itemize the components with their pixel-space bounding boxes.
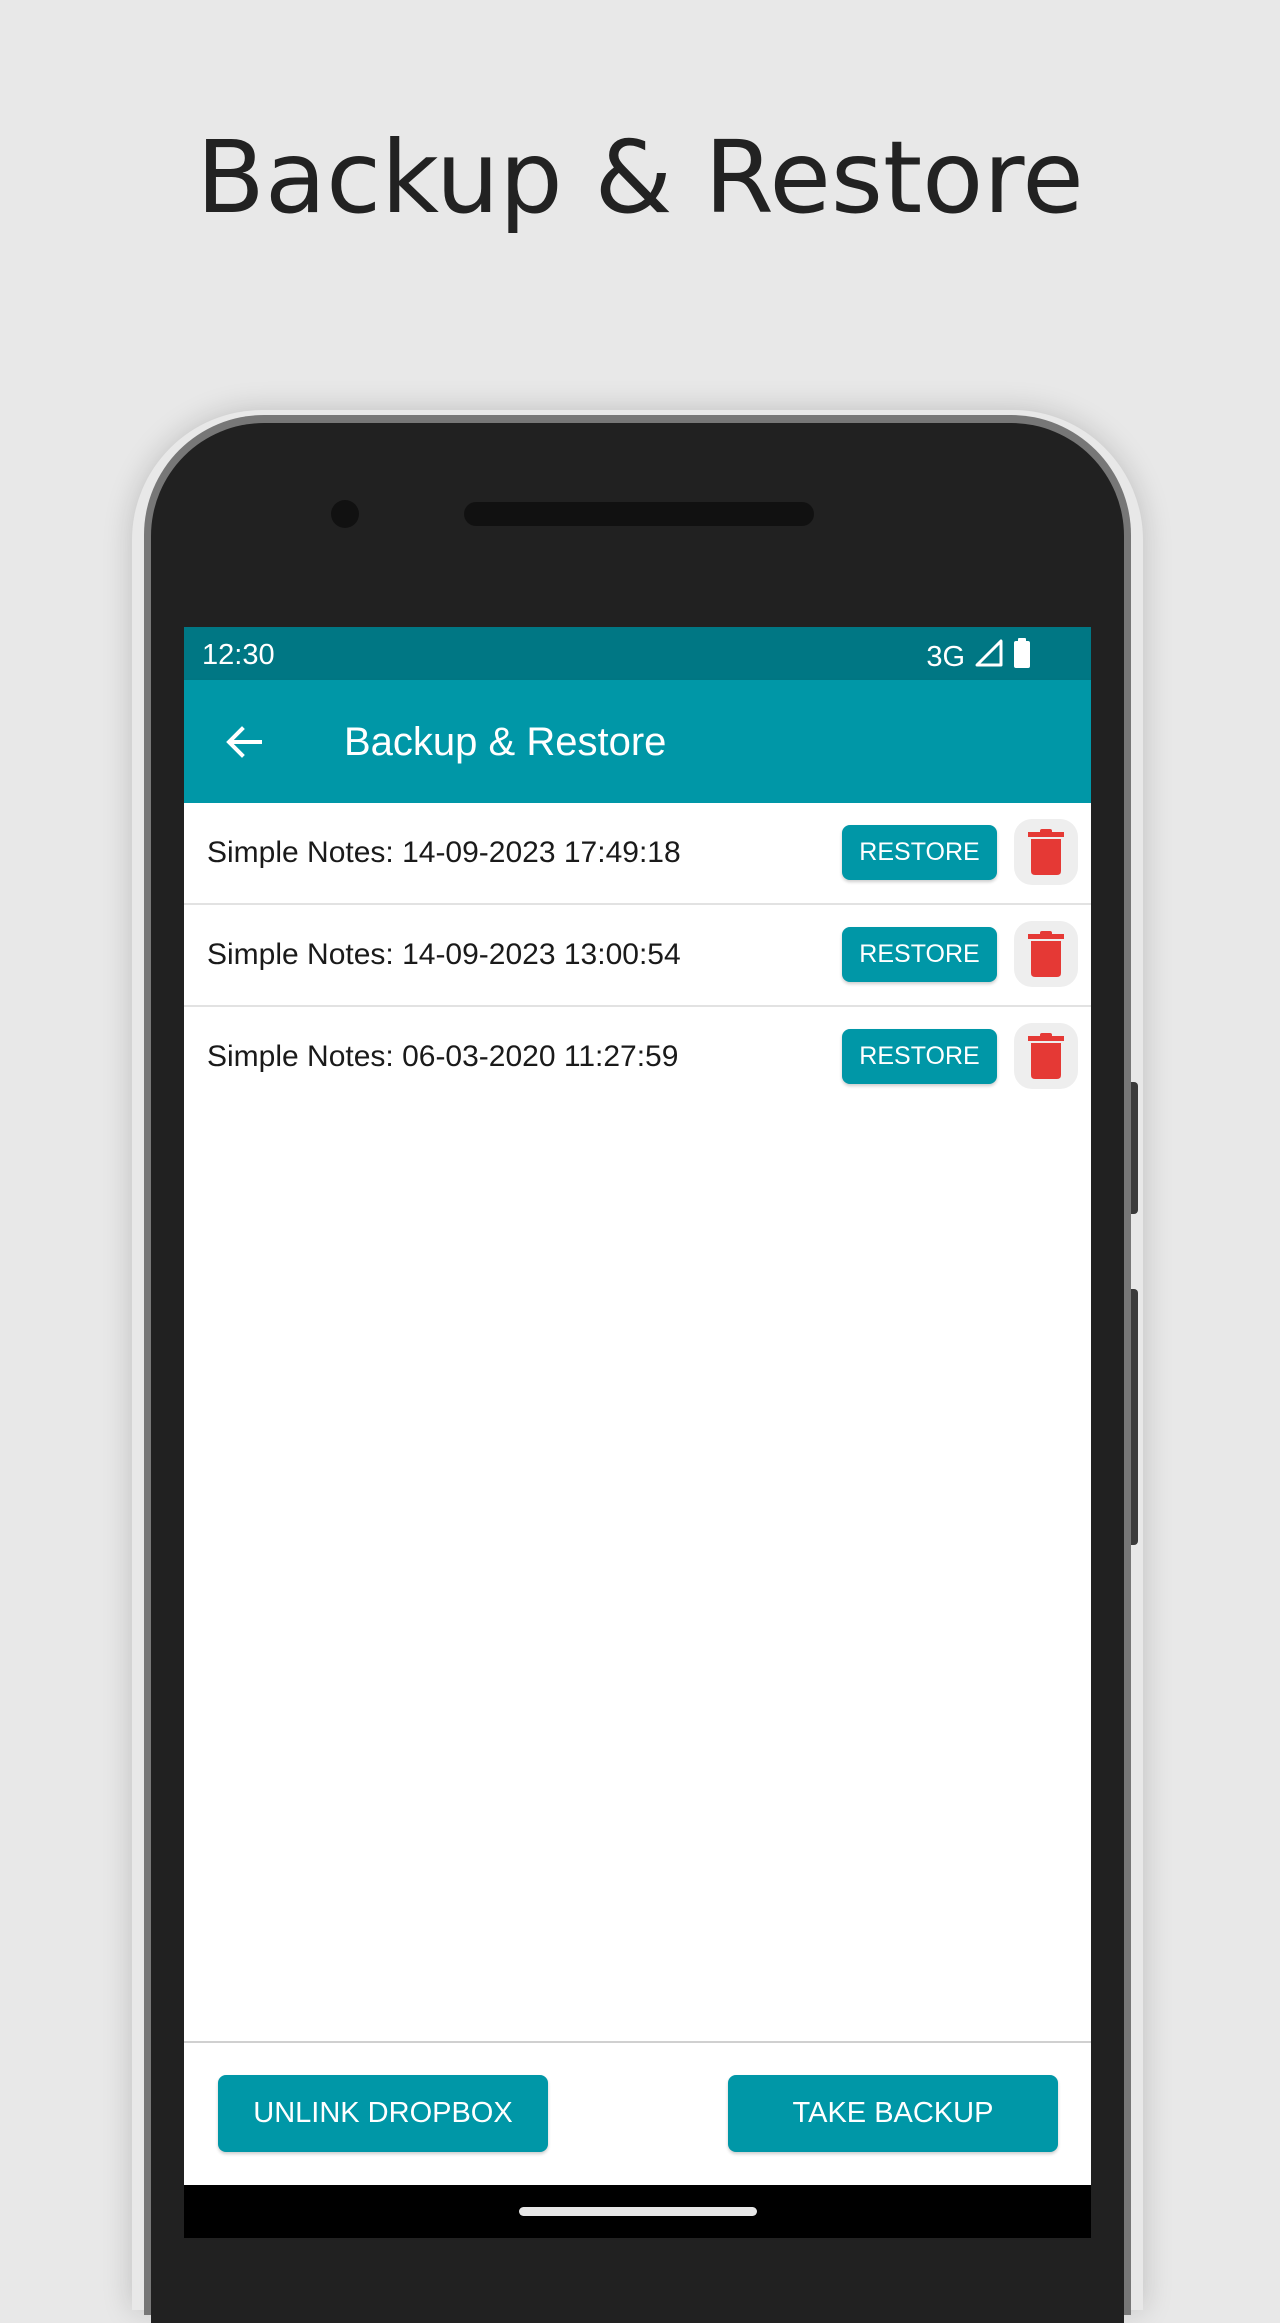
trash-icon <box>1028 1033 1064 1079</box>
signal-icon <box>975 639 1003 675</box>
back-button[interactable] <box>220 718 268 766</box>
trash-icon <box>1028 829 1064 875</box>
bottom-divider <box>184 2041 1091 2043</box>
app-bar: Backup & Restore <box>184 680 1091 803</box>
home-gesture-handle[interactable] <box>519 2207 757 2216</box>
backup-label: Simple Notes: 14-09-2023 17:49:18 <box>207 836 681 869</box>
earpiece-speaker <box>464 502 814 526</box>
backup-row: Simple Notes: 14-09-2023 17:49:18 RESTOR… <box>184 803 1091 905</box>
phone-power-button <box>1131 1289 1138 1545</box>
network-type: 3G <box>926 640 965 673</box>
backup-list: Simple Notes: 14-09-2023 17:49:18 RESTOR… <box>184 803 1091 1107</box>
restore-button[interactable]: RESTORE <box>842 1029 997 1084</box>
unlink-dropbox-button[interactable]: UNLINK DROPBOX <box>218 2075 548 2152</box>
restore-button[interactable]: RESTORE <box>842 825 997 880</box>
delete-button[interactable] <box>1014 819 1078 885</box>
take-backup-button[interactable]: TAKE BACKUP <box>728 2075 1058 2152</box>
delete-button[interactable] <box>1014 921 1078 987</box>
page-title: Backup & Restore <box>344 720 667 764</box>
phone-screen: 12:30 3G Backup & Restore Simple Notes: … <box>184 627 1091 2238</box>
backup-row: Simple Notes: 14-09-2023 13:00:54 RESTOR… <box>184 905 1091 1007</box>
status-time: 12:30 <box>202 639 275 671</box>
arrow-left-icon <box>226 726 262 758</box>
backup-row: Simple Notes: 06-03-2020 11:27:59 RESTOR… <box>184 1007 1091 1107</box>
phone-volume-button <box>1131 1082 1138 1214</box>
hero-title: Backup & Restore <box>196 119 1084 236</box>
delete-button[interactable] <box>1014 1023 1078 1089</box>
backup-label: Simple Notes: 06-03-2020 11:27:59 <box>207 1040 679 1073</box>
battery-icon <box>1013 638 1031 676</box>
status-bar: 12:30 3G <box>184 627 1091 680</box>
restore-button[interactable]: RESTORE <box>842 927 997 982</box>
navigation-bar <box>184 2185 1091 2238</box>
front-camera <box>331 500 359 528</box>
backup-label: Simple Notes: 14-09-2023 13:00:54 <box>207 938 681 971</box>
status-icons: 3G <box>926 638 1031 676</box>
trash-icon <box>1028 931 1064 977</box>
